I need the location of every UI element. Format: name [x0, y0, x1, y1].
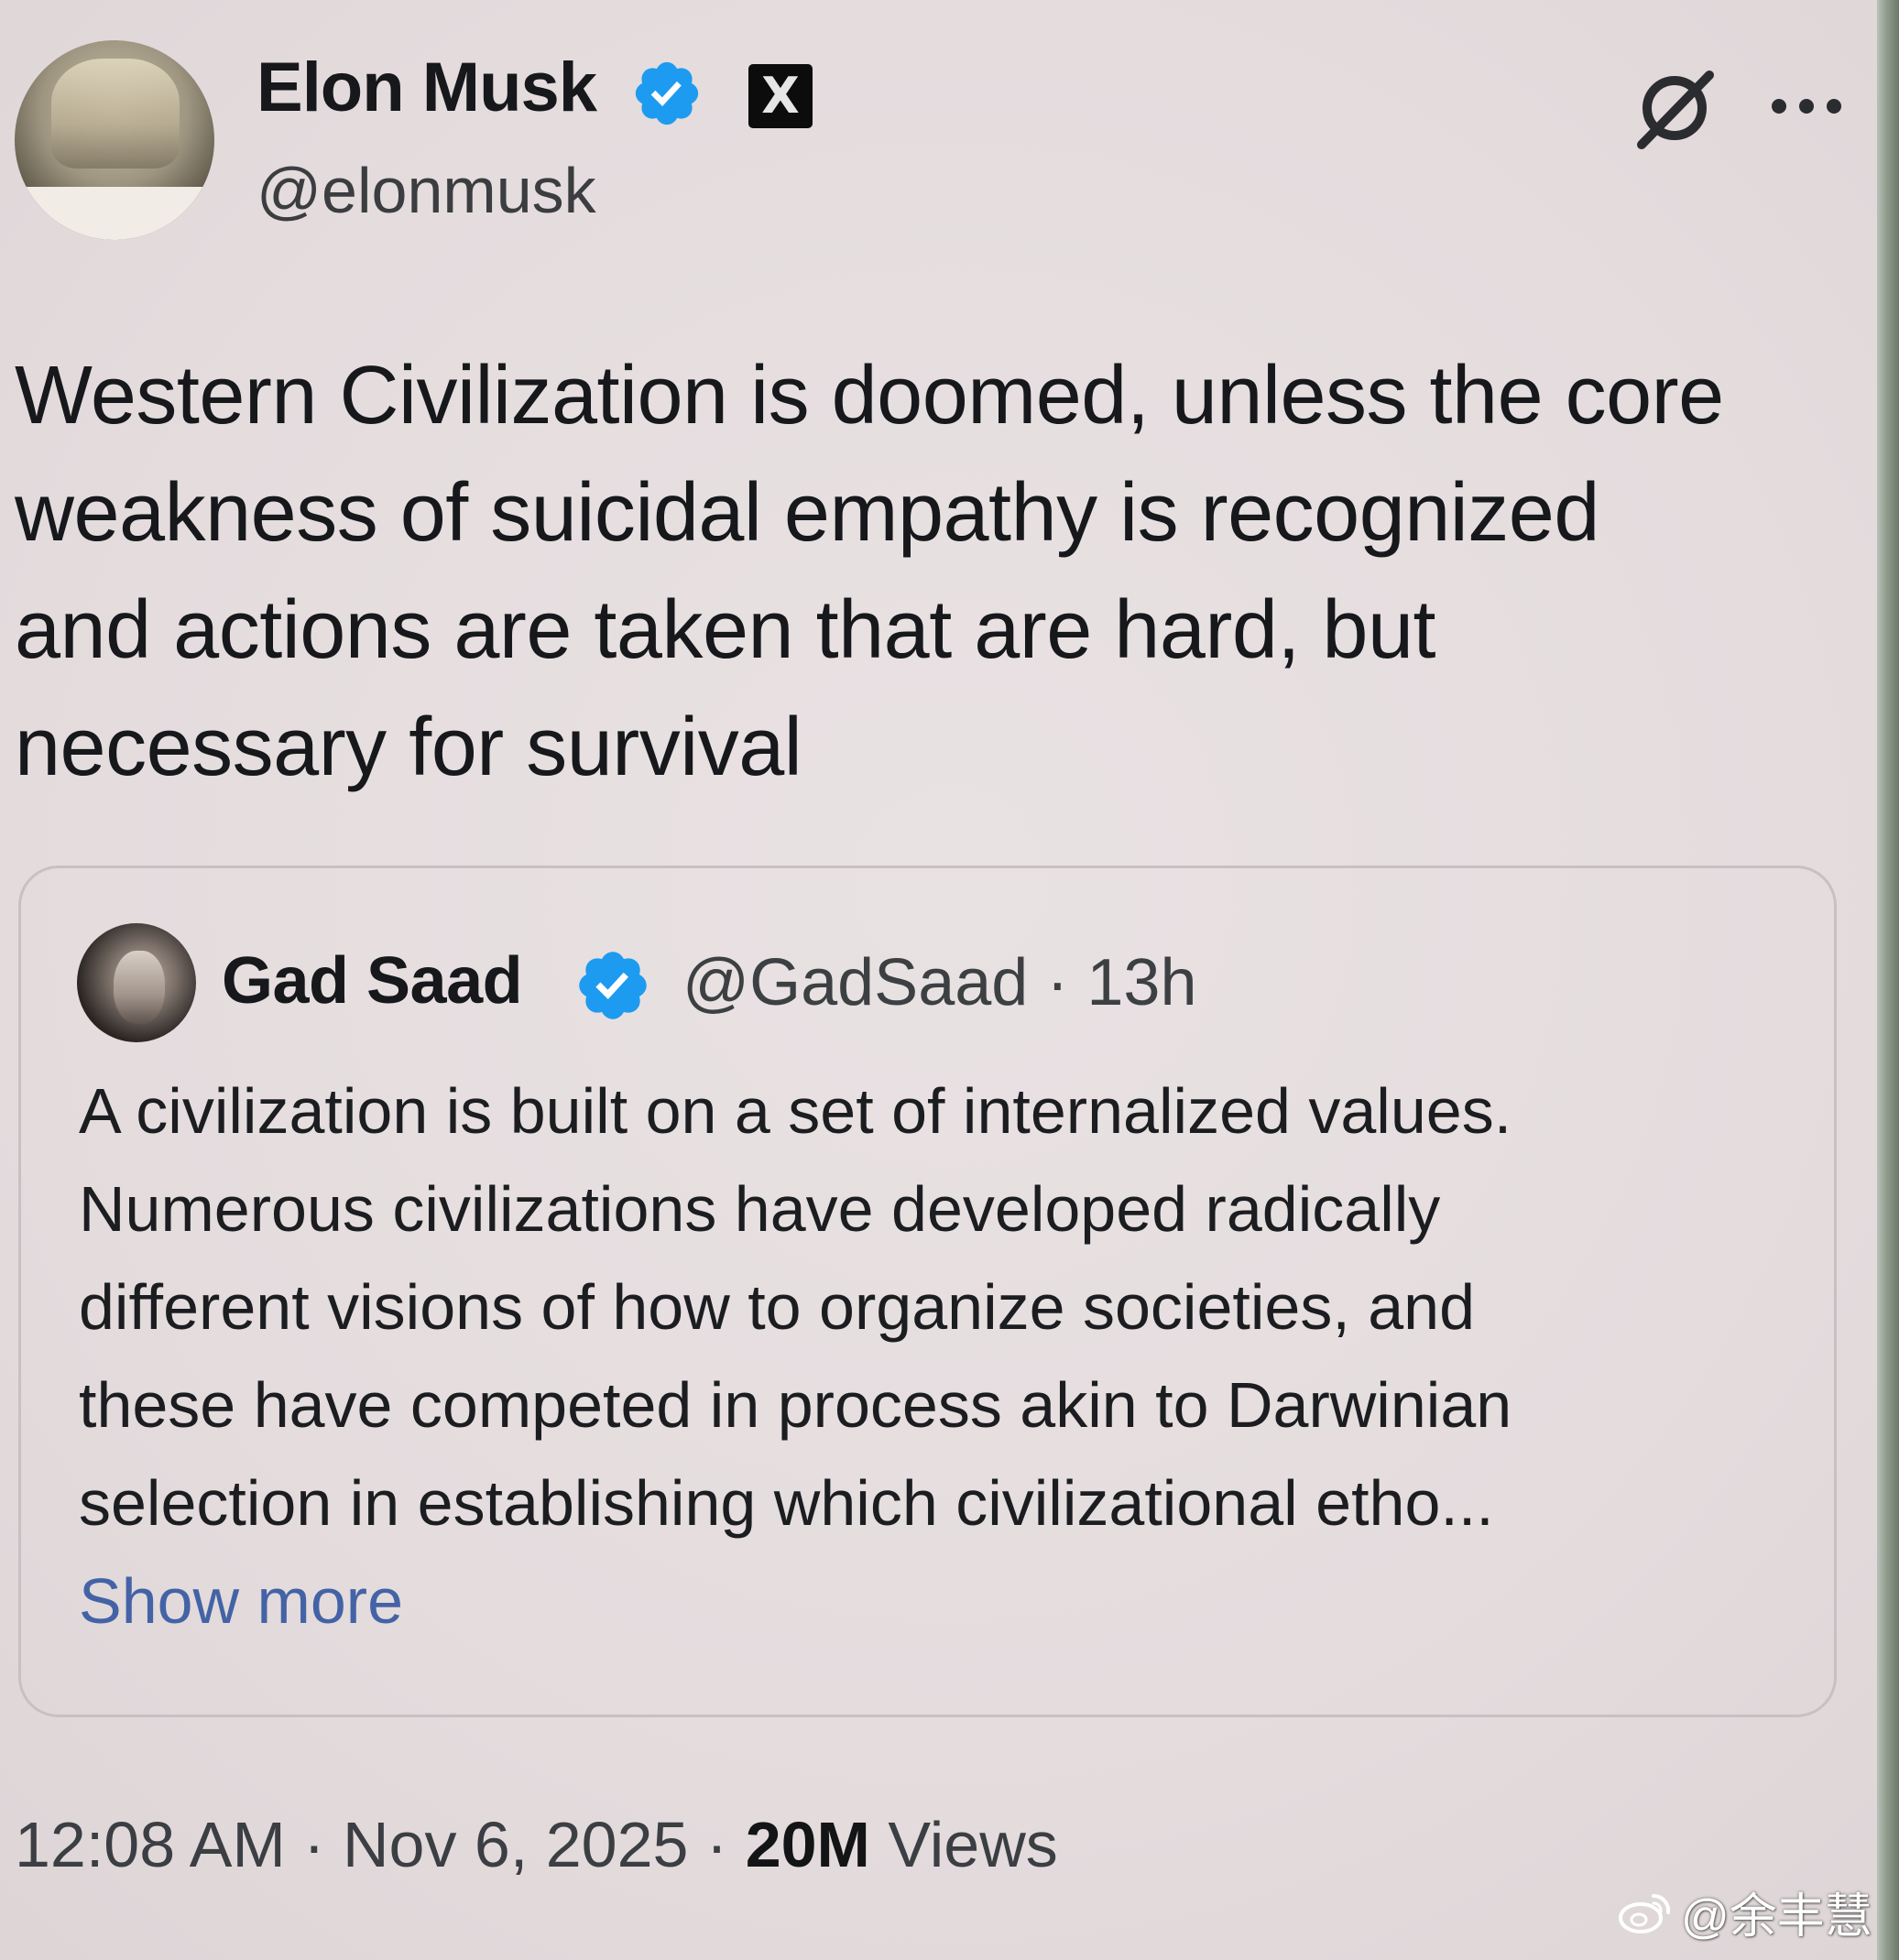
quoted-author-handle[interactable]: @GadSaad [682, 946, 1028, 1019]
verified-badge-icon [579, 952, 647, 1019]
footer-separator: · [705, 1809, 728, 1880]
views-label: Views [888, 1809, 1058, 1880]
quoted-text-line: different visions of how to organize soc… [79, 1271, 1476, 1343]
post-date[interactable]: Nov 6, 2025 [343, 1809, 688, 1880]
avatar-image-base [15, 187, 214, 240]
avatar-image-detail [114, 951, 165, 1024]
more-options-icon[interactable] [1768, 88, 1845, 125]
quoted-text-line: these have competed in process akin to D… [79, 1369, 1512, 1441]
quoted-post-age[interactable]: 13h [1086, 946, 1196, 1019]
quoted-author-avatar[interactable] [77, 923, 196, 1042]
post-text-line: Western Civilization is doomed, unless t… [15, 350, 1724, 441]
grok-icon[interactable] [1631, 64, 1719, 152]
views-count: 20M [745, 1809, 870, 1880]
watermark-text: @余丰慧 [1681, 1890, 1872, 1944]
footer-separator: · [303, 1809, 325, 1880]
quoted-author-name[interactable]: Gad Saad [222, 943, 523, 1018]
weibo-icon [1619, 1893, 1671, 1933]
avatar-image-detail [51, 59, 180, 169]
post-text-line: and actions are taken that are hard, but [15, 584, 1436, 676]
author-name[interactable]: Elon Musk [256, 48, 597, 127]
post-time[interactable]: 12:08 AM [15, 1809, 286, 1880]
show-more-link[interactable]: Show more [79, 1564, 403, 1638]
x-affiliation-badge: X [748, 64, 813, 128]
verified-badge-icon [635, 61, 699, 125]
quoted-text-line: A civilization is built on a set of inte… [79, 1075, 1512, 1147]
post-footer: 12:08 AM · Nov 6, 2025 · 20M Views [15, 1808, 1058, 1881]
quoted-post-text: A civilization is built on a set of inte… [79, 1062, 1819, 1552]
author-handle[interactable]: @elonmusk [256, 154, 596, 227]
post-text-line: weakness of suicidal empathy is recogniz… [15, 467, 1599, 559]
author-avatar[interactable] [15, 40, 214, 240]
watermark: @余丰慧 [1617, 1878, 1872, 1946]
meta-separator: · [1046, 946, 1069, 1019]
post-text: Western Civilization is doomed, unless t… [15, 337, 1856, 806]
phone-bezel [1877, 0, 1899, 1960]
quoted-text-line: selection in establishing which civiliza… [79, 1467, 1494, 1539]
post-text-line: necessary for survival [15, 702, 802, 793]
quoted-text-line: Numerous civilizations have developed ra… [79, 1173, 1441, 1245]
quoted-post-meta: @GadSaad · 13h [682, 945, 1197, 1020]
